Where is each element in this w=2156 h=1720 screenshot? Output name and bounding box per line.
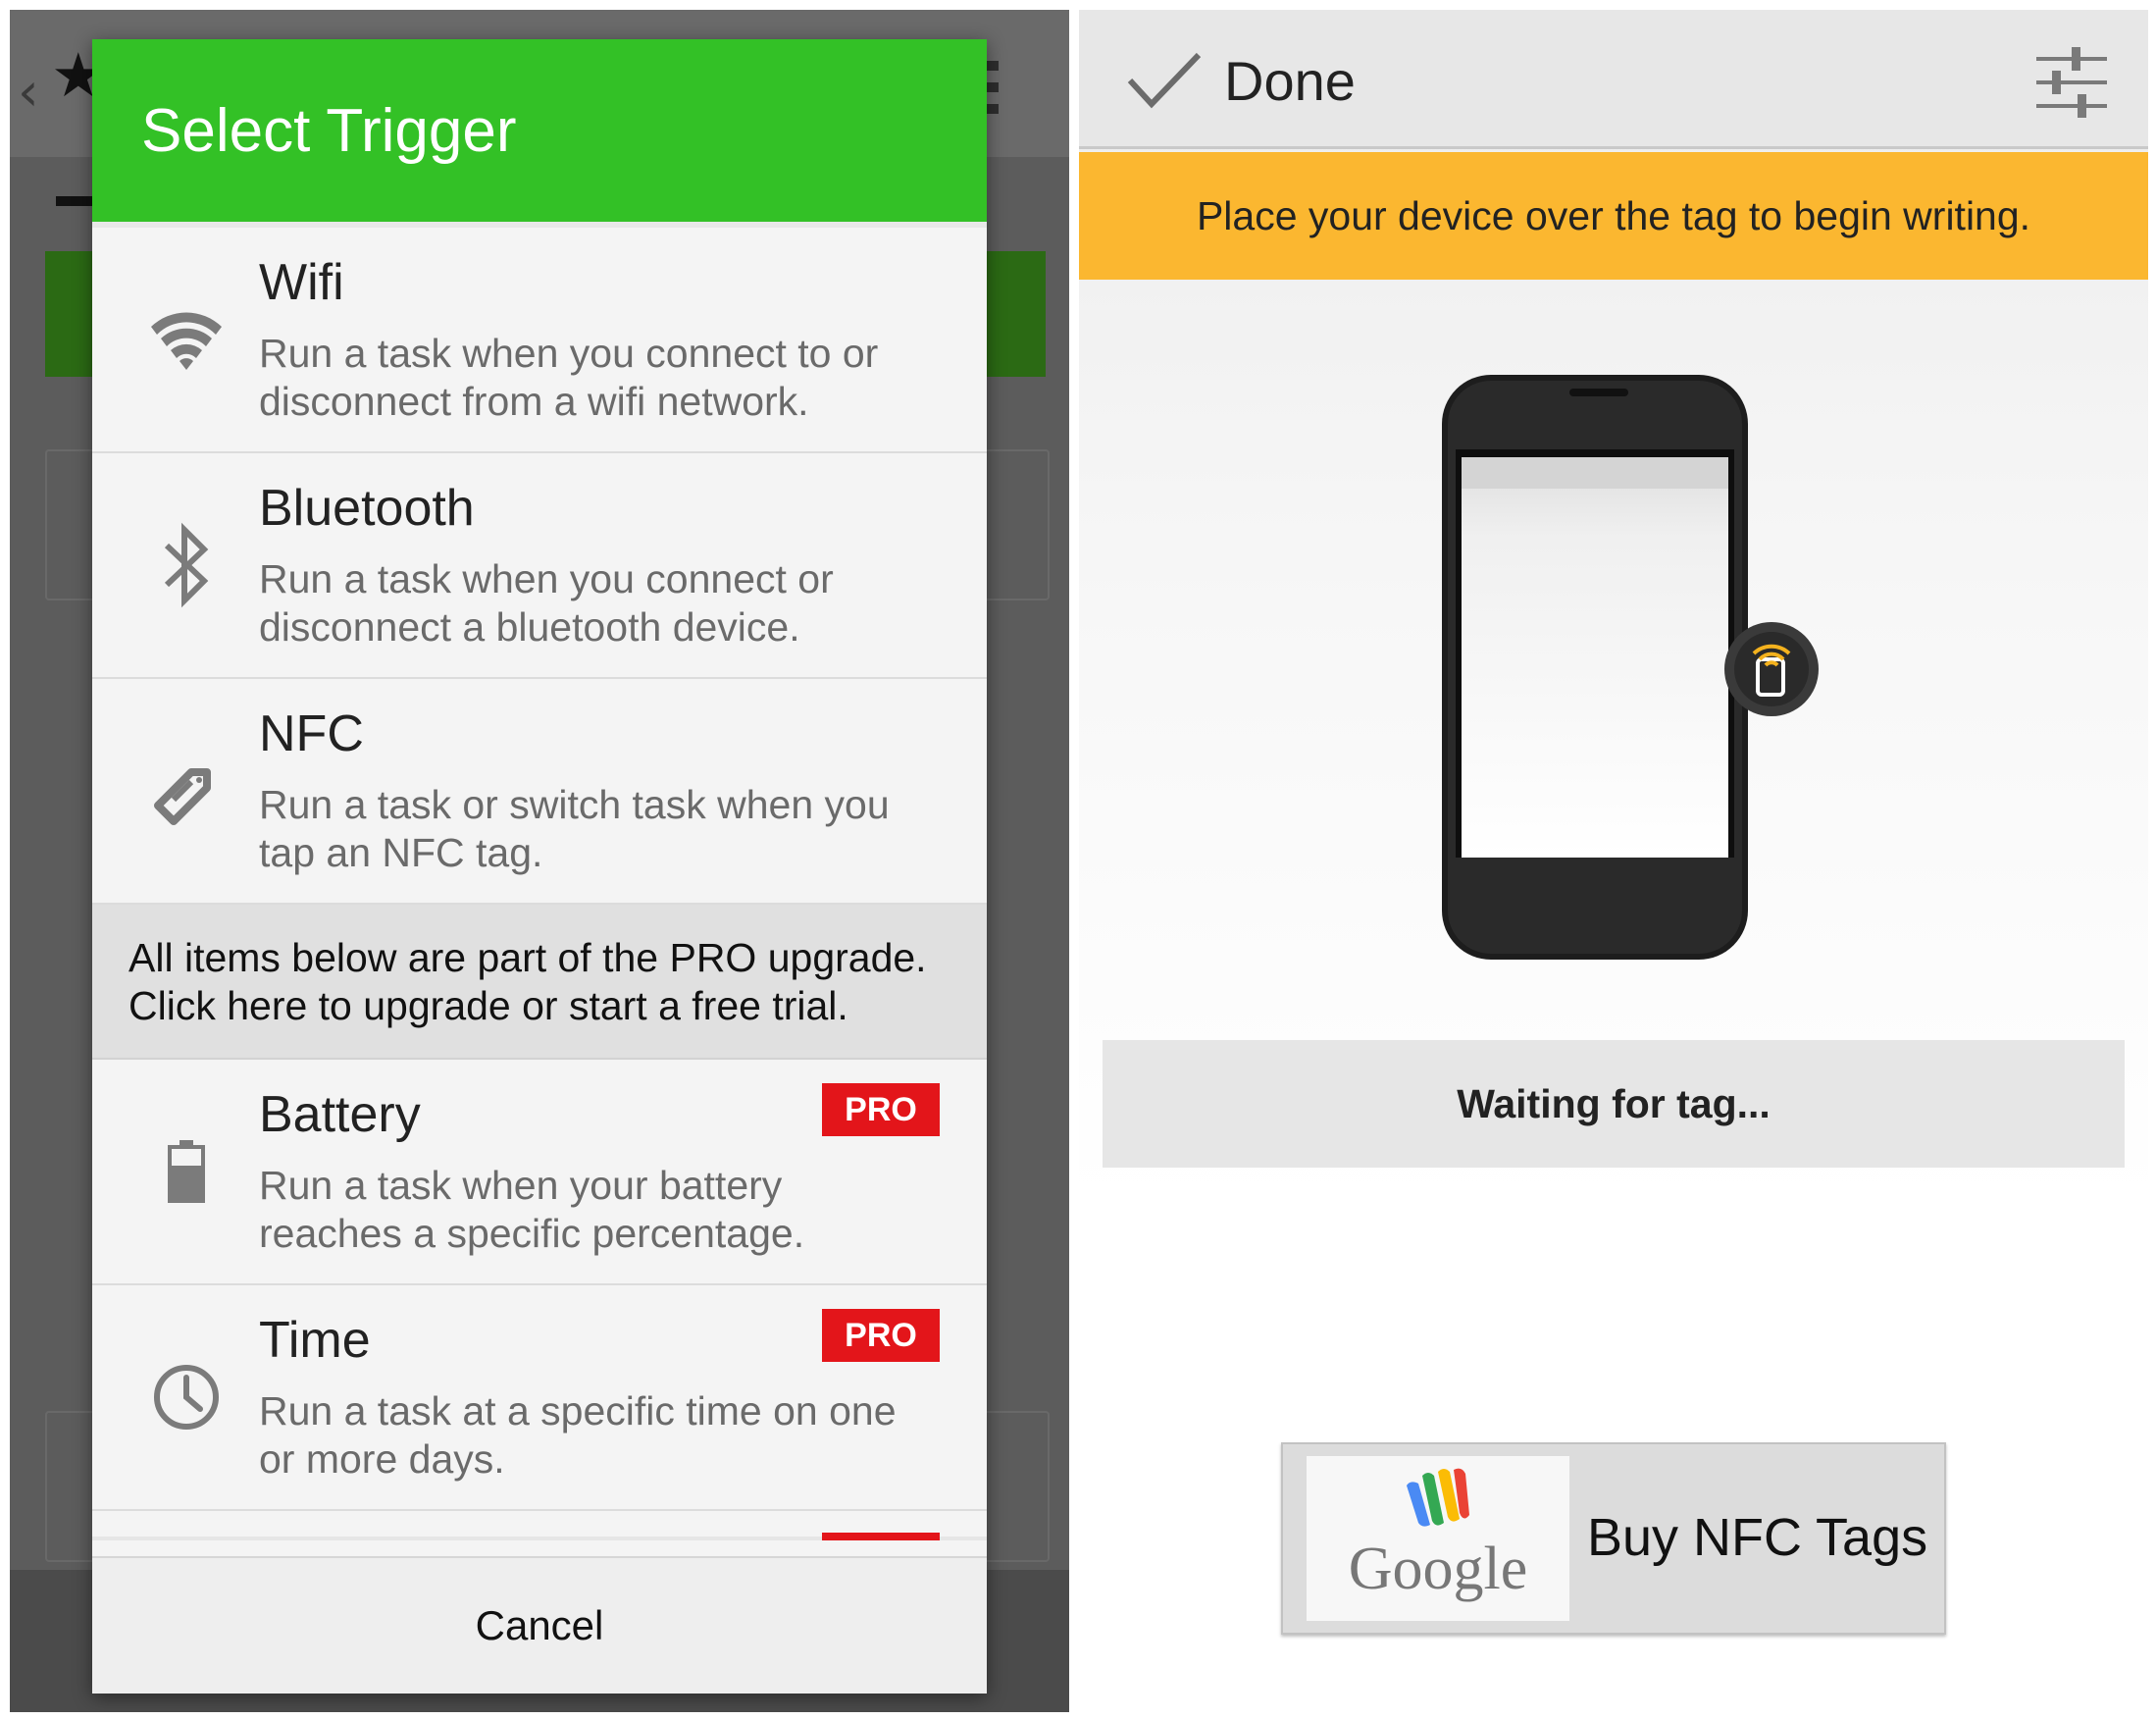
status-text: Waiting for tag... — [1457, 1080, 1771, 1126]
phone-illustration — [1432, 359, 1824, 971]
pro-banner-line1: All items below are part of the PRO upgr… — [128, 935, 927, 980]
trigger-title: Wifi — [259, 254, 344, 311]
pro-badge: PRO — [822, 1083, 940, 1136]
pro-badge-partial — [822, 1533, 940, 1540]
check-icon[interactable] — [1126, 51, 1203, 114]
google-logo-text: Google — [1348, 1536, 1528, 1602]
action-bar: Done — [1079, 10, 2148, 149]
trigger-description: Run a task when you connect to or discon… — [259, 331, 879, 424]
background-overflow-icon — [985, 61, 999, 120]
settings-sliders-icon[interactable] — [2034, 45, 2109, 124]
pro-banner-line2: Click here to upgrade or start a free tr… — [128, 983, 848, 1028]
background-back-icon: ‹ — [18, 61, 39, 123]
trigger-title: Bluetooth — [259, 480, 475, 537]
trigger-title: NFC — [259, 705, 364, 762]
bluetooth-icon — [147, 521, 226, 609]
pro-upgrade-banner[interactable]: All items below are part of the PRO upgr… — [92, 905, 987, 1060]
dialog-header: Select Trigger — [92, 39, 987, 228]
buy-nfc-tags-button[interactable]: Google Buy NFC Tags — [1281, 1442, 1946, 1635]
done-button[interactable]: Done — [1224, 49, 1356, 113]
trigger-item-time[interactable]: Time Run a task at a specific time on on… — [92, 1285, 987, 1511]
trigger-description: Run a task at a specific time on one or … — [259, 1388, 897, 1482]
trigger-item-battery[interactable]: Battery Run a task when your battery rea… — [92, 1060, 987, 1285]
trigger-item-partial[interactable] — [92, 1511, 987, 1540]
buy-nfc-tags-label: Buy NFC Tags — [1587, 1508, 1928, 1567]
clock-icon — [147, 1353, 226, 1441]
trigger-item-wifi[interactable]: Wifi Run a task when you connect to or d… — [92, 228, 987, 453]
trigger-title: Battery — [259, 1086, 421, 1143]
dialog-title: Select Trigger — [141, 96, 517, 165]
pro-badge: PRO — [822, 1309, 940, 1362]
google-wallet-logo: Google — [1307, 1456, 1569, 1621]
background-divider — [56, 196, 95, 206]
nfc-tag-icon — [147, 747, 226, 835]
status-box: Waiting for tag... — [1103, 1040, 2125, 1168]
wifi-icon — [147, 295, 226, 384]
cancel-button[interactable]: Cancel — [92, 1556, 987, 1694]
left-panel: ‹ ★ Select Trigger Wifi Run a task when … — [10, 10, 1069, 1712]
trigger-title: Time — [259, 1312, 371, 1369]
select-trigger-dialog: Select Trigger Wifi Run a task when you … — [92, 39, 987, 1694]
trigger-item-nfc[interactable]: NFC Run a task or switch task when you t… — [92, 679, 987, 905]
battery-icon — [147, 1127, 226, 1216]
instruction-banner: Place your device over the tag to begin … — [1079, 152, 2148, 280]
trigger-description: Run a task when you connect or disconnec… — [259, 556, 834, 650]
google-wallet-icon — [1401, 1466, 1475, 1540]
trigger-item-bluetooth[interactable]: Bluetooth Run a task when you connect or… — [92, 453, 987, 679]
trigger-description: Run a task or switch task when you tap a… — [259, 782, 890, 875]
right-panel: Done Place your device over the tag to b… — [1079, 10, 2148, 1712]
trigger-description: Run a task when your battery reaches a s… — [259, 1163, 805, 1256]
